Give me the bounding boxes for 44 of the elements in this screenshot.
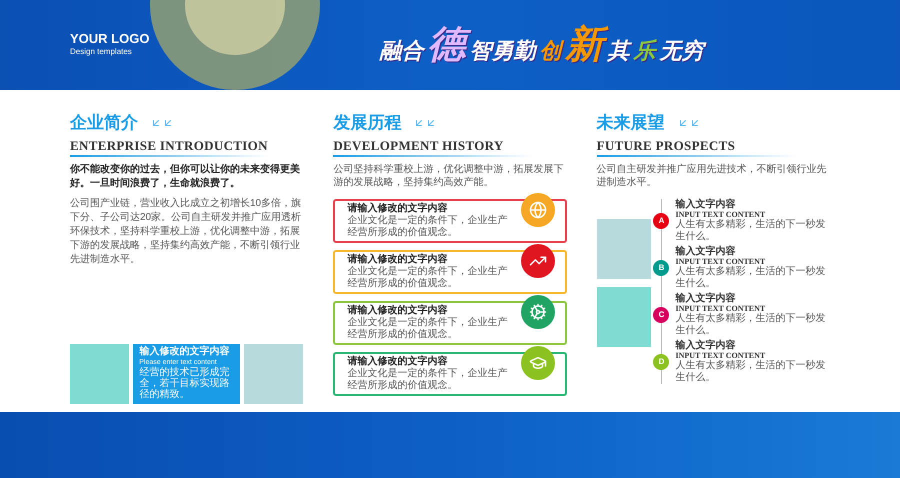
color-block	[596, 287, 651, 347]
body-paragraph: 公司围产业链，营业收入比成立之初增长10多倍，旗下分、子公司达20家。公司自主研发并推广应用透析环保技术，坚持科学重校上游，优化调整中游，拓展下游的发展战略，坚持集约高效产能，不断引领行业先进制造水平。	[70, 197, 302, 267]
panel-text: 经营的技术已形成完全，若干目标实现路径的精致。	[139, 367, 230, 400]
timeline-marker: C	[653, 307, 670, 323]
item-subtitle: INPUT TEXT CONTENT	[675, 304, 766, 313]
item-title: 输入文字内容	[675, 246, 736, 257]
section-subtitle: ENTERPRISE INTRODUCTION	[70, 136, 269, 154]
item-text: 人生有太多精彩，生活的下一秒发生什么。	[675, 266, 826, 290]
quote-text: 你不能改变你的过去，但你可以让你的未来变得更美好。一旦时间浪费了，生命就浪费了。	[70, 163, 301, 191]
section-subtitle: DEVELOPMENT HISTORY	[333, 136, 505, 154]
body-paragraph: 公司坚持科学重校上游，优化调整中游，拓展发展下游的发展战略，坚持集约高效产能。	[333, 163, 564, 189]
timeline-marker: B	[653, 260, 670, 276]
body-paragraph: 公司自主研发并推广应用先进技术，不断引领行业先进制造水平。	[596, 163, 828, 189]
logo-text: YOUR LOGO	[70, 32, 150, 46]
item-subtitle: INPUT TEXT CONTENT	[675, 257, 766, 266]
chart-icon	[520, 244, 555, 278]
card-title: 请输入修改的文字内容	[347, 203, 448, 214]
graduation-cap-icon	[520, 346, 555, 380]
panel-title: 输入修改的文字内容	[139, 346, 230, 358]
card-title: 请输入修改的文字内容	[347, 356, 448, 368]
item-text: 人生有太多精彩，生活的下一秒发生什么。	[675, 313, 826, 337]
card-title: 请输入修改的文字内容	[347, 254, 448, 266]
item-subtitle: INPUT TEXT CONTENT	[675, 351, 766, 360]
logo-subtitle: Design templates	[70, 46, 133, 58]
card-text: 企业文化是一定的条件下，企业生产经营所形成的价值观念。	[347, 317, 508, 341]
section-title: 企业简介	[70, 112, 138, 134]
item-title: 输入文字内容	[675, 199, 736, 210]
gear-icon	[520, 295, 555, 329]
section-subtitle: FUTURE PROSPECTS	[596, 136, 736, 154]
timeline-marker: D	[653, 354, 670, 370]
card-text: 企业文化是一定的条件下，企业生产经营所形成的价值观念。	[347, 266, 508, 290]
timeline-marker: A	[653, 213, 670, 229]
color-block	[596, 219, 651, 279]
card-text: 企业文化是一定的条件下，企业生产经营所形成的价值观念。	[347, 368, 508, 392]
card-title: 请输入修改的文字内容	[347, 305, 448, 316]
section-title: 未来展望	[596, 112, 665, 134]
section-title: 发展历程	[333, 112, 402, 134]
item-title: 输入文字内容	[675, 340, 736, 351]
item-text: 人生有太多精彩，生活的下一秒发生什么。	[675, 360, 826, 384]
globe-icon	[520, 193, 555, 227]
item-title: 输入文字内容	[675, 293, 736, 304]
item-text: 人生有太多精彩，生活的下一秒发生什么。	[675, 219, 826, 243]
card-text: 企业文化是一定的条件下，企业生产经营所形成的价值观念。	[347, 215, 508, 239]
item-subtitle: INPUT TEXT CONTENT	[675, 210, 766, 219]
